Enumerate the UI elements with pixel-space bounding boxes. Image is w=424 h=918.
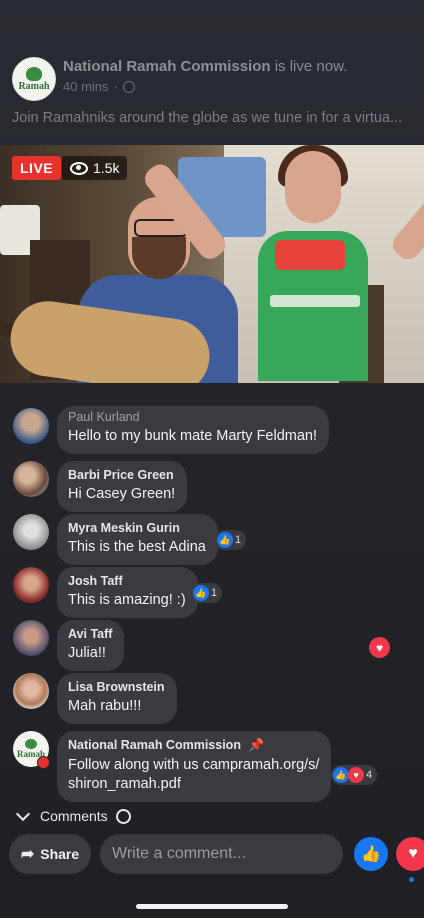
avatar[interactable] <box>13 673 49 709</box>
comment-bubble[interactable]: Barbi Price Green Hi Casey Green! <box>57 461 188 512</box>
ramah-tree-logo <box>26 66 42 81</box>
pin-icon: 📌 <box>248 738 265 752</box>
comment-input[interactable] <box>100 834 343 874</box>
comment-author[interactable]: Josh Taff <box>68 574 186 588</box>
comment-bubble[interactable]: Myra Meskin Gurin This is the best Adina <box>57 514 218 565</box>
comment-text: Hello to my bunk mate Marty Feldman! <box>68 428 318 444</box>
comment-author[interactable]: Avi Taff <box>68 627 112 641</box>
love-button[interactable]: ♥ <box>396 837 424 871</box>
comment-text: Hi Casey Green! <box>68 486 176 502</box>
video-shirt-print <box>275 240 345 270</box>
like-reaction-icon: 👍 <box>193 585 209 601</box>
viewer-count: 1.5k <box>93 160 120 176</box>
globe-icon <box>115 808 131 824</box>
comment-author[interactable]: Myra Meskin Gurin <box>68 521 206 535</box>
like-reaction-icon: 👍 <box>333 767 349 783</box>
comment-text: This is the best Adina <box>68 539 206 555</box>
live-video[interactable] <box>0 145 424 383</box>
live-badge: LIVE <box>12 156 62 180</box>
post-description[interactable]: Join Ramahniks around the globe as we tu… <box>12 110 412 126</box>
post-header: Ramah National Ramah Commission is live … <box>0 0 424 145</box>
avatar[interactable] <box>13 514 49 550</box>
share-label: Share <box>40 846 80 862</box>
ramah-logo-text: Ramah <box>18 80 50 92</box>
live-status-text: is live now. <box>270 58 348 75</box>
heart-icon: ♥ <box>408 845 418 862</box>
comment-bubble[interactable]: National Ramah Commission 📌 Follow along… <box>57 731 332 802</box>
share-button[interactable]: ➦ Share <box>9 834 91 874</box>
thumbs-up-icon: 👍 <box>361 846 381 863</box>
comment-author[interactable]: Paul Kurland <box>68 410 317 424</box>
comment-text: This is amazing! :) <box>68 592 186 608</box>
floating-love-reaction-icon: ♥ <box>369 637 390 658</box>
post-meta: 40 mins · <box>63 79 135 94</box>
comment-author[interactable]: Lisa Brownstein <box>68 680 165 694</box>
comment-author[interactable]: Barbi Price Green <box>68 468 175 482</box>
reaction-count[interactable]: 👍 1 <box>191 583 223 603</box>
post-time: 40 mins <box>63 79 109 94</box>
comment-text: Julia!! <box>68 645 106 661</box>
selected-indicator-dot <box>409 877 414 882</box>
public-globe-icon <box>122 80 135 93</box>
comments-toggle[interactable]: Comments <box>15 806 131 824</box>
chevron-down-icon <box>15 806 31 822</box>
share-icon: ➦ <box>20 846 35 863</box>
eye-icon <box>70 161 88 175</box>
comment-text-line-2: shiron_ramah.pdf <box>68 776 181 792</box>
reaction-count[interactable]: 👍 1 <box>215 530 247 550</box>
avatar[interactable] <box>13 567 49 603</box>
admin-badge-icon <box>37 756 50 769</box>
post-title: National Ramah Commission is live now. <box>63 58 347 75</box>
comment-text-line-1: Follow along with us campramah.org/s/ <box>68 757 320 773</box>
like-button[interactable]: 👍 <box>354 837 388 871</box>
comment-author[interactable]: National Ramah Commission 📌 <box>68 738 319 753</box>
viewer-count-badge: 1.5k <box>62 156 128 180</box>
video-woman-head <box>285 151 341 223</box>
ramah-tree-logo <box>25 739 37 749</box>
comments-toggle-label: Comments <box>40 808 108 824</box>
video-shirt-text <box>270 295 360 307</box>
page-name[interactable]: National Ramah Commission <box>63 58 271 75</box>
home-indicator[interactable] <box>136 904 288 909</box>
comment-bubble[interactable]: Paul Kurland Hello to my bunk mate Marty… <box>57 406 330 454</box>
comment-bubble[interactable]: Josh Taff This is amazing! :) <box>57 567 198 618</box>
avatar[interactable] <box>13 461 49 497</box>
love-reaction-icon: ♥ <box>348 767 364 783</box>
avatar[interactable] <box>13 620 49 656</box>
reaction-count[interactable]: 👍 ♥ 4 <box>331 765 378 785</box>
page-avatar[interactable]: Ramah <box>12 57 56 101</box>
like-reaction-icon: 👍 <box>217 532 233 548</box>
comment-bubble[interactable]: Lisa Brownstein Mah rabu!!! <box>57 673 177 724</box>
comment-bubble[interactable]: Avi Taff Julia!! <box>57 620 125 671</box>
comment-text: Mah rabu!!! <box>68 698 142 714</box>
composer-bar: ➦ Share 👍 ♥ <box>0 834 424 876</box>
avatar[interactable] <box>13 408 49 444</box>
